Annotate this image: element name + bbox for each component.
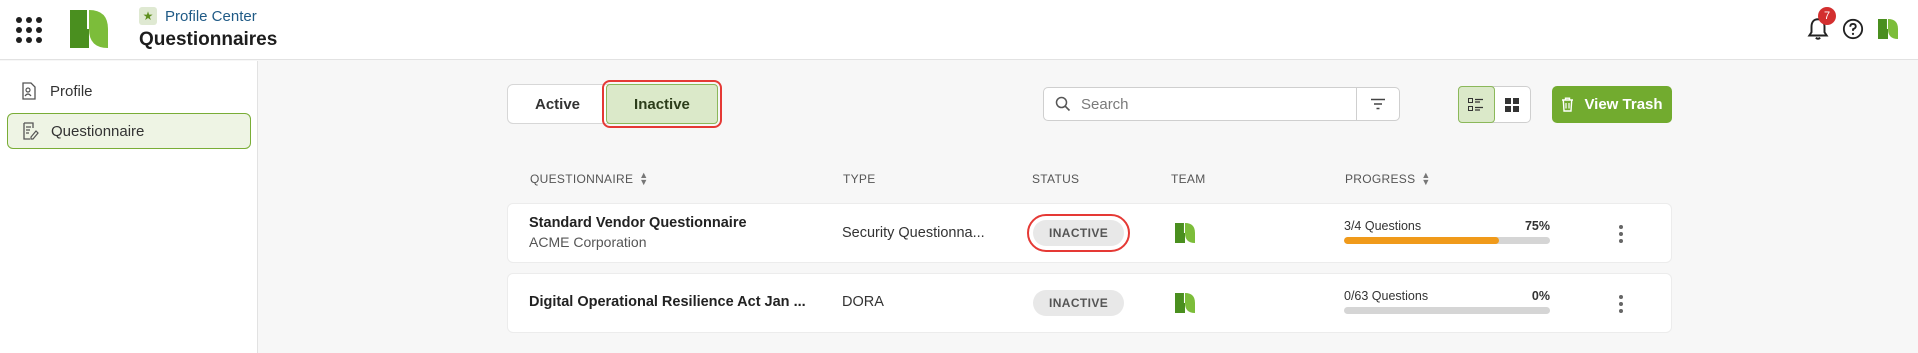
progress-count: 0/63 Questions	[1344, 289, 1429, 303]
filter-icon	[1371, 98, 1385, 110]
profile-doc-icon	[22, 82, 36, 100]
table-row[interactable]: Digital Operational Resilience Act Jan .…	[507, 273, 1672, 333]
questionnaire-company: ACME Corporation	[529, 234, 647, 250]
type-cell: Security Questionna...	[842, 225, 985, 241]
column-header-progress[interactable]: PROGRESS ▲ ▼	[1345, 170, 1431, 187]
row-more-menu-icon[interactable]	[1616, 225, 1626, 243]
status-tabs: Active Inactive	[507, 80, 722, 128]
sidebar: Profile Questionnaire	[0, 61, 258, 353]
profile-center-icon: ★	[139, 7, 157, 25]
column-header-status: STATUS	[1032, 172, 1079, 186]
progress-cell: 3/4 Questions 75%	[1344, 219, 1550, 244]
table-row[interactable]: Standard Vendor Questionnaire ACME Corpo…	[507, 203, 1672, 263]
top-header: ★ Profile Center Questionnaires 7	[0, 0, 1918, 60]
view-toggle	[1458, 86, 1531, 123]
row-more-menu-icon[interactable]	[1616, 295, 1626, 313]
sidebar-item-label: Questionnaire	[51, 122, 145, 140]
progress-cell: 0/63 Questions 0%	[1344, 289, 1550, 314]
team-logo-icon	[1175, 293, 1195, 313]
sort-icon: ▲ ▼	[639, 170, 649, 187]
status-badge: INACTIVE	[1026, 214, 1131, 252]
status-cell: INACTIVE	[1033, 290, 1125, 316]
breadcrumb[interactable]: ★ Profile Center	[139, 7, 257, 25]
trash-icon	[1562, 97, 1574, 112]
progress-fill	[1344, 237, 1499, 244]
team-logo-icon	[1175, 223, 1195, 243]
search-box	[1043, 87, 1400, 121]
page-title: Questionnaires	[139, 29, 278, 50]
questionnaire-title[interactable]: Digital Operational Resilience Act Jan .…	[529, 294, 806, 310]
progress-bar	[1344, 307, 1550, 314]
column-header-team: TEAM	[1171, 172, 1206, 186]
status-badge: INACTIVE	[1033, 290, 1125, 316]
view-trash-button[interactable]: View Trash	[1552, 86, 1672, 123]
column-header-label: STATUS	[1032, 172, 1080, 186]
column-header-type: TYPE	[843, 172, 876, 186]
questionnaire-title[interactable]: Standard Vendor Questionnaire	[529, 215, 747, 231]
questionnaire-cell: Standard Vendor Questionnaire ACME Corpo…	[529, 215, 747, 250]
progress-percent: 0%	[1531, 289, 1550, 303]
brand-logo-icon[interactable]	[70, 10, 108, 48]
progress-count: 3/4 Questions	[1344, 219, 1422, 233]
tab-inactive[interactable]: Inactive	[602, 80, 722, 128]
progress-bar	[1344, 237, 1550, 244]
sidebar-item-questionnaire[interactable]: Questionnaire	[7, 113, 251, 149]
status-cell: INACTIVE	[1026, 214, 1131, 252]
sort-icon: ▲ ▼	[1421, 170, 1431, 187]
list-view-button[interactable]	[1458, 86, 1495, 123]
sidebar-item-label: Profile	[50, 82, 93, 100]
grid-view-button[interactable]	[1495, 87, 1531, 122]
column-header-label: TYPE	[843, 172, 876, 186]
notification-badge: 7	[1818, 7, 1836, 25]
app-launcher-icon[interactable]	[16, 17, 42, 43]
filter-button[interactable]	[1356, 88, 1399, 120]
search-icon	[1055, 96, 1071, 112]
column-header-label: QUESTIONNAIRE	[530, 172, 634, 186]
view-trash-label: View Trash	[1584, 96, 1663, 113]
progress-percent: 75%	[1524, 219, 1550, 233]
questionnaire-cell: Digital Operational Resilience Act Jan .…	[529, 294, 806, 310]
breadcrumb-label: Profile Center	[165, 7, 257, 25]
sidebar-item-profile[interactable]: Profile	[7, 73, 251, 109]
type-cell: DORA	[842, 294, 884, 310]
tab-active[interactable]: Active	[508, 85, 607, 123]
questionnaire-edit-icon	[23, 122, 39, 140]
list-view-icon	[1468, 97, 1484, 111]
help-icon[interactable]	[1842, 18, 1864, 40]
search-input[interactable]	[1081, 95, 1371, 113]
grid-view-icon	[1505, 97, 1520, 112]
column-header-questionnaire[interactable]: QUESTIONNAIRE ▲ ▼	[530, 170, 649, 187]
column-header-label: TEAM	[1171, 172, 1206, 186]
column-header-label: PROGRESS	[1345, 172, 1416, 186]
user-org-logo-icon[interactable]	[1878, 19, 1898, 39]
